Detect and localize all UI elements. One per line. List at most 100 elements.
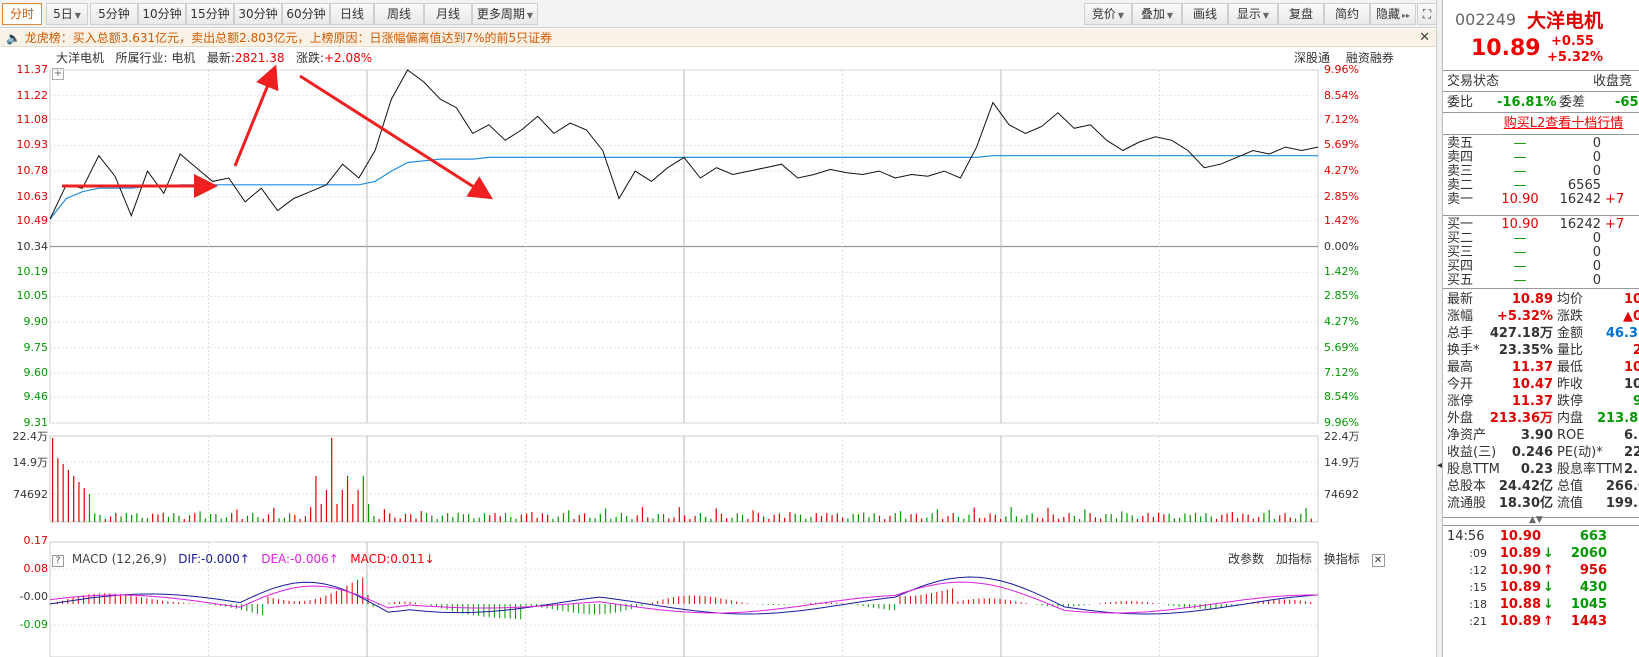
bid-row-4[interactable]: 买四 — 0 — [1447, 260, 1639, 274]
volume-bar — [620, 513, 622, 522]
stock-code: 002249 — [1455, 10, 1517, 29]
volume-bar — [1063, 516, 1065, 522]
help-icon[interactable]: ? — [52, 555, 64, 567]
bid-row-3-price: — — [1513, 245, 1527, 260]
stats-row: 外盘 213.36万内盘 213.82 — [1447, 410, 1639, 427]
volume-bar — [441, 515, 443, 522]
volume-bar — [826, 512, 828, 522]
close-icon[interactable]: ✕ — [1371, 554, 1385, 567]
volume-bar — [720, 513, 723, 522]
volume-bar — [968, 514, 970, 522]
stat-value: 427.18万 — [1489, 326, 1553, 341]
volume-bar — [536, 517, 538, 522]
volume-bar — [947, 516, 949, 522]
volume-bar — [141, 517, 143, 522]
tick-row: 14:56 10.90 663 — [1447, 528, 1639, 545]
volume-bar — [815, 513, 817, 522]
volume-bar — [1247, 514, 1249, 522]
ask-row-1-price: 10.90 — [1501, 192, 1539, 207]
edit-params-button[interactable]: 改参数 — [1228, 552, 1264, 566]
volume-bar — [578, 514, 580, 522]
volume-bar — [257, 516, 259, 522]
volume-bar — [104, 518, 106, 522]
stat-label: 涨幅 — [1447, 309, 1474, 324]
tick-time: :12 — [1469, 564, 1487, 577]
tick-time: :15 — [1469, 581, 1487, 594]
tick-volume: 663 — [1579, 529, 1607, 544]
volume-bar — [736, 513, 738, 522]
volume-bar — [684, 515, 686, 522]
volume-bar — [699, 513, 701, 522]
volume-bar — [568, 510, 570, 522]
volume-bar — [478, 517, 480, 522]
quote-header: 002249 大洋电机 10.89 +0.55 +5.32% — [1443, 0, 1639, 80]
volume-bar — [1200, 516, 1202, 522]
stat-label: 总手 — [1447, 326, 1474, 341]
volume-bar — [357, 490, 359, 522]
volume-bar — [462, 514, 464, 522]
weicha-value: -65 — [1615, 95, 1639, 110]
volume-bar — [921, 518, 923, 522]
volume-bar — [1279, 515, 1281, 522]
volume-bar — [152, 513, 154, 522]
stats-row: 换手* 23.35% 量比 2. — [1447, 342, 1639, 359]
volume-bar — [499, 516, 501, 522]
volume-bar — [57, 458, 59, 522]
stat-value: 24.42亿 — [1498, 479, 1553, 494]
volume-bar — [294, 515, 296, 522]
tick-volume: 430 — [1579, 580, 1607, 595]
volume-bar — [936, 509, 938, 522]
volume-bar — [1205, 513, 1207, 522]
switch-indicator-button[interactable]: 换指标 — [1324, 552, 1360, 566]
ask-row-2[interactable]: 卖二 — 6565 — [1447, 179, 1639, 193]
volume-bar — [352, 504, 354, 522]
bid-row-3[interactable]: 买三 — 0 — [1447, 246, 1639, 260]
volume-bar — [510, 516, 512, 522]
stat-label: PE(动)* — [1557, 445, 1603, 460]
stat-value: 10. — [1623, 292, 1639, 307]
stat-value: 213.36万 — [1489, 411, 1553, 426]
volume-bar — [794, 513, 796, 522]
volume-bar — [1184, 513, 1186, 522]
stat-value: 2. — [1633, 343, 1639, 358]
volume-bar — [594, 518, 596, 522]
bid-row-5[interactable]: 买五 — 0 — [1447, 274, 1639, 288]
bid-row-2[interactable]: 买二 — 0 — [1447, 232, 1639, 246]
weibi-label: 委比 — [1447, 95, 1474, 110]
volume-bar — [320, 504, 322, 522]
volume-bar — [1100, 518, 1102, 522]
status-value: 收盘竞 — [1593, 74, 1633, 89]
volume-bar — [526, 513, 528, 522]
ask-row-4[interactable]: 卖四 — 0 — [1447, 151, 1639, 165]
ask-row-1[interactable]: 卖一 10.90 16242 +7 — [1447, 193, 1639, 207]
volume-bar — [652, 518, 654, 522]
volume-bar — [373, 516, 375, 522]
stat-value: 46.38 — [1605, 326, 1639, 341]
volume-bar — [204, 518, 206, 522]
add-indicator-button[interactable]: 加指标 — [1276, 552, 1312, 566]
volume-bar — [252, 513, 254, 522]
ask-row-3-label: 卖三 — [1447, 164, 1474, 179]
volume-bar — [210, 513, 212, 522]
volume-bar — [1300, 513, 1302, 522]
volume-bar — [362, 476, 364, 522]
volume-bar — [336, 504, 338, 522]
scroll-arrows-icon[interactable]: ▲▼ — [1529, 515, 1543, 525]
volume-bar — [1189, 514, 1191, 522]
ask-row-5[interactable]: 卖五 — 0 — [1447, 137, 1639, 151]
volume-bar — [989, 513, 991, 522]
volume-bar — [673, 517, 675, 522]
bid-row-1-volume: 16242 — [1559, 217, 1601, 232]
ask-row-3[interactable]: 卖三 — 0 — [1447, 165, 1639, 179]
volume-bar — [310, 507, 312, 522]
volume-bar — [199, 511, 201, 522]
bid-row-1[interactable]: 买一 10.90 16242 +7 — [1447, 218, 1639, 232]
macd-title[interactable]: MACD (12,26,9) — [72, 552, 167, 566]
volume-bar — [83, 488, 85, 522]
stat-value: 213.82 — [1597, 411, 1639, 426]
volume-bar — [278, 518, 280, 522]
volume-bar — [557, 516, 559, 522]
tick-time: :18 — [1469, 598, 1487, 611]
l2-upgrade-link[interactable]: 购买L2查看十档行情 — [1504, 116, 1624, 131]
bid-row-5-label: 买五 — [1447, 273, 1474, 288]
